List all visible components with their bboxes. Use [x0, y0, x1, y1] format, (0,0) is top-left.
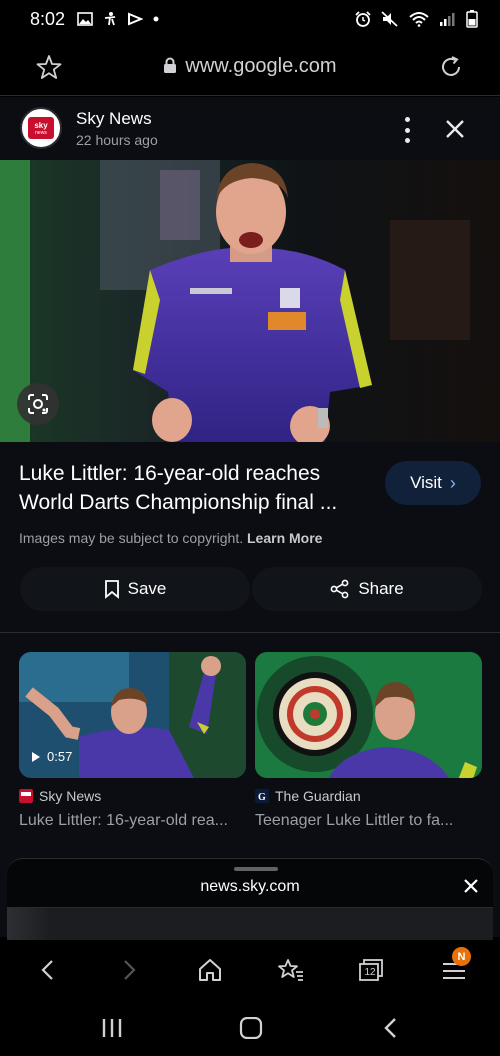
bookmarks-icon[interactable] [276, 956, 306, 984]
sheet-drag-handle[interactable] [234, 867, 278, 871]
image-detail-panel: sky news Sky News 22 hours ago Luke Litt… [0, 97, 500, 937]
svg-text:G: G [258, 792, 266, 803]
lens-icon [28, 394, 48, 414]
back-nav-icon[interactable] [382, 1017, 400, 1039]
duration-text: 0:57 [47, 749, 73, 764]
related-source-name: The Guardian [275, 788, 361, 804]
related-title[interactable]: Teenager Luke Littler to fa... [255, 812, 482, 830]
close-sheet-icon[interactable] [462, 877, 480, 895]
source-time: 22 hours ago [76, 131, 158, 148]
related-source: Sky News [19, 788, 246, 804]
lock-icon [164, 57, 177, 73]
wifi-icon [409, 12, 429, 27]
accessibility-icon [104, 12, 116, 26]
share-label: Share [358, 579, 404, 598]
forward-icon[interactable] [113, 956, 143, 984]
page-preview-sheet[interactable]: news.sky.com [7, 858, 493, 942]
chevron-right-icon: › [449, 472, 456, 493]
signal-icon [440, 13, 455, 26]
sky-news-logo: sky news [20, 107, 62, 149]
related-thumbnail[interactable]: 0:57 [19, 652, 246, 778]
reload-icon[interactable] [438, 54, 464, 80]
page-preview [7, 907, 493, 942]
related-card[interactable]: G The Guardian Teenager Luke Littler to … [255, 652, 482, 830]
related-title[interactable]: Luke Littler: 16-year-old rea... [19, 812, 246, 830]
google-lens-button[interactable] [17, 383, 59, 425]
status-bar: 8:02 [0, 0, 500, 38]
url-bar: www.google.com [0, 38, 500, 96]
play-icon [32, 751, 40, 762]
sheet-domain: news.sky.com [200, 878, 300, 895]
gallery-icon [77, 12, 93, 26]
copyright-text: Images may be subject to copyright. [19, 530, 244, 546]
status-time: 8:02 [30, 8, 66, 29]
hero-image[interactable] [0, 160, 500, 442]
related-source: G The Guardian [255, 788, 482, 804]
url-text: www.google.com [185, 55, 337, 77]
share-icon [330, 579, 349, 599]
learn-more-link[interactable]: Learn More [247, 530, 322, 546]
share-button[interactable]: Share [252, 567, 482, 611]
divider [0, 632, 500, 633]
visit-label: Visit [410, 473, 442, 492]
logo-text-top: sky [34, 120, 48, 130]
battery-icon [466, 10, 478, 28]
video-duration: 0:57 [31, 749, 72, 764]
tabs-button[interactable]: 12 [356, 956, 386, 984]
more-options-icon[interactable] [398, 117, 416, 143]
home-icon[interactable] [195, 956, 225, 984]
sky-news-favicon [19, 789, 33, 803]
save-button[interactable]: Save [20, 567, 250, 611]
dot-icon [153, 16, 159, 22]
related-thumbnail[interactable] [255, 652, 482, 778]
tabs-count: 12 [364, 967, 376, 978]
copyright-notice: Images may be subject to copyright. Lear… [19, 530, 322, 546]
browser-toolbar: 12 N [0, 940, 500, 1000]
logo-text-bottom: news [35, 129, 47, 136]
recent-apps-icon[interactable] [101, 1017, 123, 1039]
system-nav-bar [0, 1000, 500, 1056]
url-field[interactable]: www.google.com [0, 55, 500, 78]
bookmark-icon [104, 580, 119, 599]
image-headline[interactable]: Luke Littler: 16-year-old reaches World … [19, 459, 369, 517]
guardian-favicon: G [255, 789, 269, 803]
visit-button[interactable]: Visit › [385, 461, 481, 505]
back-icon[interactable] [34, 956, 64, 984]
home-nav-icon[interactable] [239, 1017, 263, 1039]
source-header[interactable]: sky news Sky News 22 hours ago [20, 107, 158, 149]
related-source-name: Sky News [39, 788, 102, 804]
media-icon [128, 12, 144, 26]
mute-icon [381, 11, 398, 27]
notification-badge: N [452, 947, 471, 966]
alarm-icon [355, 11, 371, 27]
close-icon[interactable] [443, 117, 467, 141]
save-label: Save [127, 579, 167, 598]
related-card[interactable]: 0:57 Sky News Luke Littler: 16-year-old … [19, 652, 246, 830]
source-name: Sky News [76, 108, 152, 128]
